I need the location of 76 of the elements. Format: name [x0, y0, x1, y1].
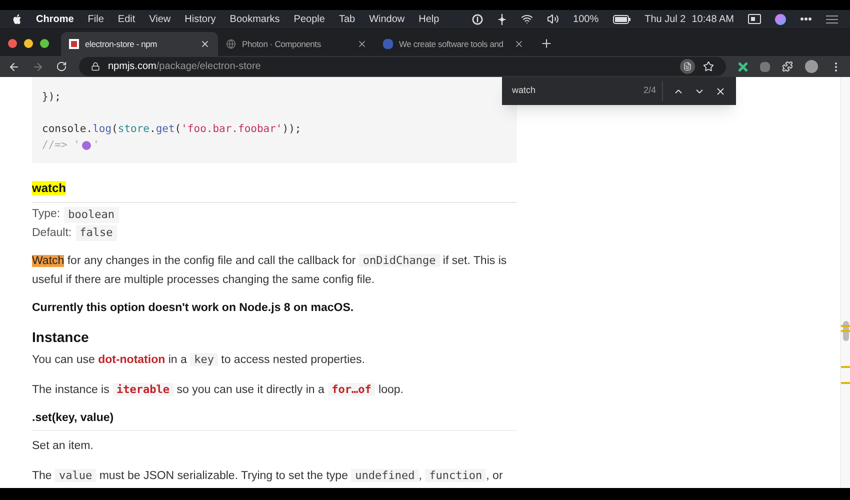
- crosshair-icon[interactable]: [497, 14, 508, 24]
- extensions-icon[interactable]: [782, 61, 793, 72]
- page-icon[interactable]: [680, 59, 695, 74]
- paragraph: Set an item.: [32, 439, 94, 454]
- find-query[interactable]: watch: [512, 84, 644, 98]
- date-text: Thu Jul 2: [644, 12, 686, 26]
- more-icon[interactable]: [800, 17, 812, 21]
- site-favicon: [383, 39, 393, 49]
- code-line: //=> ' ': [42, 138, 100, 153]
- forward-icon[interactable]: [32, 60, 44, 72]
- paragraph: The instance is iterable so you can use it directly in a for…of loop.: [32, 382, 404, 398]
- tab-title: We create software tools and: [399, 38, 504, 50]
- match-marker: [841, 382, 850, 384]
- tab-title: electron-store - npm: [85, 38, 158, 50]
- extension-icon[interactable]: [738, 62, 748, 72]
- back-icon[interactable]: [8, 60, 20, 72]
- menu-item[interactable]: File: [88, 12, 104, 26]
- paragraph: The value must be JSON serializable. Trying to set the type undefined , function , or: [32, 468, 504, 484]
- browser-tab[interactable]: electron-store - npm: [61, 32, 218, 56]
- apple-icon[interactable]: [12, 14, 22, 24]
- zoom-window-icon[interactable]: [40, 38, 49, 48]
- address-bar[interactable]: npmjs.com/package/electron-store: [79, 57, 726, 76]
- star-icon[interactable]: [703, 61, 714, 72]
- menu-item[interactable]: People: [294, 12, 325, 26]
- link[interactable]: dot-notation: [98, 354, 166, 366]
- screen-icon[interactable]: [748, 14, 761, 24]
- method-heading: .set(key, value): [32, 410, 517, 432]
- time-text: 10:48 AM: [692, 12, 734, 26]
- menu-item[interactable]: Tab: [338, 12, 356, 26]
- paragraph: Watch for any changes in the config file and call the callback for onDidChange if set. This is useful if there are multiple processes changing the same config file.: [32, 252, 508, 288]
- menu-item[interactable]: History: [184, 12, 216, 26]
- siri-icon[interactable]: [775, 14, 786, 24]
- section-heading: Instance: [32, 328, 90, 347]
- match-marker: [841, 330, 850, 332]
- app-menu[interactable]: Chrome: [36, 12, 74, 26]
- close-icon[interactable]: [715, 86, 726, 96]
- menu-item[interactable]: Help: [418, 12, 440, 26]
- browser-tab[interactable]: We create software tools and: [375, 32, 532, 56]
- volume-icon[interactable]: [547, 13, 560, 25]
- link[interactable]: iterable: [112, 383, 174, 396]
- info-icon[interactable]: [472, 14, 484, 24]
- type-value: boolean: [64, 206, 118, 224]
- lock-icon: [91, 62, 100, 71]
- minimize-window-icon[interactable]: [24, 38, 33, 48]
- default-value: false: [76, 224, 117, 242]
- close-icon[interactable]: [357, 39, 367, 49]
- option-name: watch: [32, 181, 66, 195]
- new-tab-icon[interactable]: [540, 37, 553, 50]
- type-label: Type:: [32, 207, 60, 222]
- list-icon[interactable]: [826, 14, 838, 24]
- extension-icon[interactable]: [760, 62, 770, 72]
- menu-item[interactable]: Window: [369, 12, 405, 26]
- battery-icon[interactable]: [612, 14, 631, 24]
- battery-percent: 100%: [573, 12, 599, 26]
- match-marker: [841, 366, 850, 368]
- url-text: npmjs.com/package/electron-store: [108, 60, 261, 74]
- close-icon[interactable]: [200, 39, 210, 49]
- menu-item[interactable]: View: [149, 12, 171, 26]
- menu-item[interactable]: Edit: [118, 12, 136, 26]
- default-label: Default:: [32, 226, 72, 240]
- globe-icon: [226, 39, 236, 49]
- npm-favicon: [69, 39, 79, 49]
- close-window-icon[interactable]: [8, 38, 17, 48]
- reload-icon[interactable]: [56, 61, 67, 72]
- menu-item[interactable]: Bookmarks: [230, 12, 280, 26]
- code-line: });: [42, 90, 62, 105]
- link[interactable]: for…of: [328, 383, 376, 396]
- match-count: 2/4: [643, 81, 663, 101]
- code-line: console.log(store.get('foo.bar.foobar'));: [42, 122, 302, 137]
- paragraph: You can use dot-notation in a key to access nested properties.: [32, 352, 366, 368]
- match-marker: [841, 325, 850, 327]
- browser-tab[interactable]: Photon · Components: [218, 32, 375, 56]
- profile-avatar[interactable]: [805, 60, 818, 73]
- note-text: Currently this option doesn't work on Node.js 8 on macOS.: [32, 300, 355, 316]
- tab-title: Photon · Components: [242, 38, 322, 50]
- close-icon[interactable]: [514, 39, 524, 49]
